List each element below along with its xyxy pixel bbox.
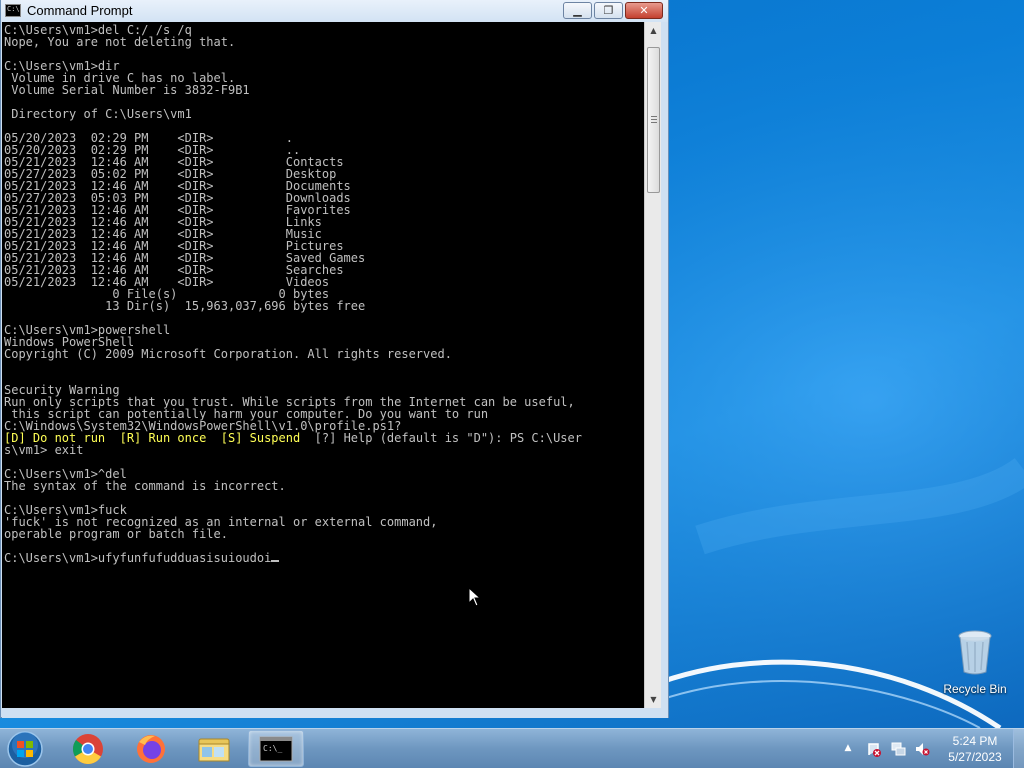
recycle-bin-label: Recycle Bin <box>943 682 1007 696</box>
title-bar[interactable]: C:\ Command Prompt ▁ ❐ ✕ <box>1 0 668 22</box>
console-output[interactable]: C:\Users\vm1>del C:/ /s /q Nope, You are… <box>2 22 644 708</box>
taskbar-command-prompt[interactable]: C:\_ <box>248 730 304 767</box>
folder-icon <box>198 738 230 762</box>
console-history: C:\Users\vm1>del C:/ /s /q Nope, You are… <box>4 23 575 433</box>
windows-orb-icon <box>7 731 43 767</box>
clock[interactable]: 5:24 PM 5/27/2023 <box>940 733 1010 765</box>
vertical-scrollbar[interactable]: ▲ ▼ <box>644 22 661 708</box>
taskbar-explorer[interactable] <box>186 730 242 767</box>
taskbar: C:\_ ▲ 5:24 PM 5/27/2023 <box>0 728 1024 768</box>
cmd-taskbar-icon: C:\_ <box>259 736 293 762</box>
scrollbar-thumb[interactable] <box>647 47 660 193</box>
window-title: Command Prompt <box>27 3 133 18</box>
cmd-icon: C:\ <box>5 4 21 17</box>
minimize-button[interactable]: ▁ <box>563 2 592 19</box>
show-desktop-button[interactable] <box>1013 729 1024 768</box>
maximize-button[interactable]: ❐ <box>594 2 623 19</box>
clock-date: 5/27/2023 <box>948 750 1002 764</box>
start-button[interactable] <box>5 730 45 768</box>
command-prompt-window[interactable]: C:\ Command Prompt ▁ ❐ ✕ C:\Users\vm1>de… <box>0 0 669 718</box>
text-cursor <box>271 560 280 562</box>
taskbar-firefox[interactable] <box>123 730 179 767</box>
network-icon[interactable] <box>890 741 906 757</box>
console-prompt-input[interactable]: C:\Users\vm1>ufyfunfufudduasisuioudoi <box>4 551 271 565</box>
recycle-bin-icon <box>958 630 992 675</box>
close-button[interactable]: ✕ <box>625 2 663 19</box>
console-history-continued: [?] Help (default is "D"): PS C:\User s\… <box>4 431 582 541</box>
svg-text:C:\_: C:\_ <box>263 744 282 753</box>
recycle-bin[interactable]: Recycle Bin <box>940 628 1010 696</box>
show-hidden-icons-button[interactable]: ▲ <box>842 741 854 755</box>
mouse-pointer-icon <box>468 587 482 607</box>
taskbar-chrome[interactable] <box>60 730 116 767</box>
clock-time: 5:24 PM <box>952 734 998 748</box>
scroll-down-arrow-icon[interactable]: ▼ <box>645 691 662 708</box>
volume-muted-icon[interactable] <box>914 741 930 757</box>
chrome-icon <box>72 734 103 765</box>
scroll-up-arrow-icon[interactable]: ▲ <box>645 22 662 39</box>
grip-icon <box>651 116 657 123</box>
firefox-icon <box>137 735 165 763</box>
action-center-icon[interactable] <box>866 741 882 757</box>
window-bottom-border <box>2 708 668 718</box>
